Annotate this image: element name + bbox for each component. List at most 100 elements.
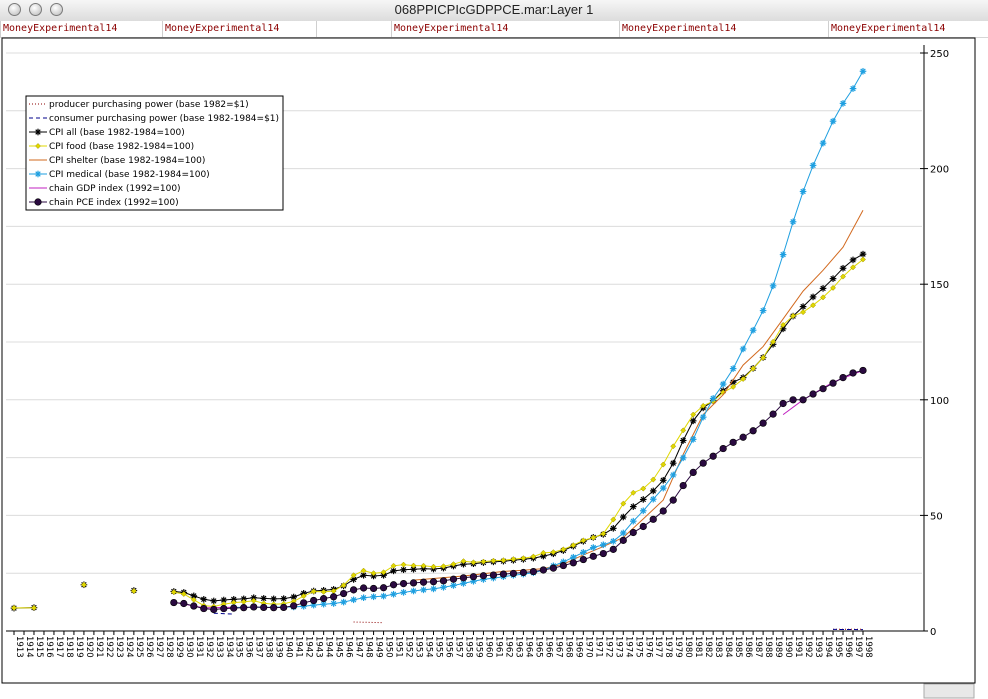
data-point — [669, 496, 677, 504]
x-tick-label: 1969 — [573, 636, 583, 658]
x-tick-label: 1981 — [693, 636, 703, 658]
data-point — [459, 574, 468, 582]
x-tick-label: 1989 — [773, 636, 783, 658]
x-tick-label: 1937 — [254, 636, 264, 658]
x-tick-label: 1920 — [84, 636, 94, 658]
data-point — [819, 139, 827, 147]
x-tick-label: 1985 — [733, 636, 743, 658]
x-tick-label: 1926 — [144, 636, 154, 658]
x-tick-label: 1970 — [583, 636, 593, 658]
x-tick-label: 1997 — [853, 636, 863, 658]
data-point — [270, 604, 278, 612]
data-point — [549, 564, 557, 572]
x-tick-label: 1927 — [154, 636, 164, 658]
data-point — [34, 198, 42, 206]
legend-entry: consumer purchasing power (base 1982-198… — [49, 114, 279, 124]
data-point — [779, 399, 787, 408]
x-tick-label: 1992 — [803, 636, 813, 658]
data-point — [579, 555, 587, 564]
y-tick-label: 200 — [930, 165, 949, 176]
data-point — [280, 603, 288, 612]
x-tick-label: 1965 — [533, 636, 543, 658]
data-point — [350, 586, 358, 594]
x-tick-label: 1960 — [483, 636, 493, 658]
x-tick-label: 1913 — [14, 636, 24, 658]
data-point — [739, 433, 747, 441]
legend-entry: CPI shelter (base 1982-1984=100) — [49, 156, 205, 166]
x-tick-label: 1952 — [404, 636, 414, 658]
layer-tab[interactable]: MoneyExperimental14 — [391, 21, 619, 37]
layer-tab[interactable]: MoneyExperimental14 — [619, 21, 828, 37]
data-point — [619, 536, 627, 544]
x-tick-label: 1962 — [503, 636, 513, 658]
legend-entry: CPI food (base 1982-1984=100) — [49, 142, 194, 152]
data-point — [589, 552, 597, 560]
x-tick-label: 1976 — [643, 636, 653, 658]
data-point — [509, 569, 518, 578]
data-point — [320, 595, 328, 603]
layer-tab[interactable]: MoneyExperimental14 — [0, 21, 162, 37]
data-point — [439, 577, 448, 585]
legend-entry: chain GDP index (1992=100) — [49, 184, 181, 194]
x-tick-label: 1983 — [713, 636, 723, 658]
x-tick-label: 1940 — [284, 636, 294, 658]
legend-entry: chain PCE index (1992=100) — [49, 198, 179, 208]
data-point — [759, 419, 767, 427]
x-tick-label: 1938 — [264, 636, 274, 658]
x-tick-label: 1967 — [553, 636, 563, 658]
legend-entry: producer purchasing power (base 1982=$1) — [49, 100, 249, 110]
x-tick-label: 1947 — [354, 636, 364, 658]
x-tick-label: 1949 — [374, 636, 384, 658]
layer-tab[interactable]: MoneyExperimental14 — [828, 21, 988, 37]
data-point — [829, 275, 837, 282]
data-point — [310, 596, 318, 605]
data-point — [340, 589, 348, 598]
data-point — [419, 578, 428, 586]
data-point — [859, 250, 867, 258]
x-tick-label: 1941 — [294, 636, 304, 658]
y-tick-label: 0 — [930, 627, 936, 638]
y-tick-label: 100 — [930, 396, 949, 407]
data-point — [290, 602, 298, 610]
data-point — [499, 570, 508, 578]
data-point — [180, 599, 188, 608]
x-tick-label: 1974 — [623, 636, 633, 658]
x-tick-label: 1922 — [104, 636, 114, 658]
data-point — [819, 385, 827, 393]
x-tick-label: 1988 — [763, 636, 773, 658]
data-point — [719, 444, 727, 453]
x-tick-label: 1944 — [324, 636, 334, 658]
layer-tab[interactable]: MoneyExperimental14 — [162, 21, 316, 37]
x-tick-label: 1919 — [74, 636, 84, 658]
x-tick-label: 1933 — [214, 636, 224, 658]
data-point — [659, 476, 667, 484]
window-title: 068PPICPIcGDPPCE.mar:Layer 1 — [394, 2, 594, 17]
layer-tab-blank[interactable] — [316, 21, 391, 37]
data-point — [529, 567, 537, 576]
data-point — [609, 525, 617, 532]
x-tick-label: 1936 — [244, 636, 254, 658]
data-point — [709, 452, 717, 460]
x-tick-label: 1993 — [813, 636, 823, 658]
x-tick-label: 1928 — [164, 636, 174, 658]
data-point — [779, 251, 787, 258]
data-point — [719, 380, 727, 388]
resize-grip[interactable] — [923, 683, 975, 699]
data-point — [449, 575, 458, 583]
x-tick-label: 1973 — [613, 636, 623, 658]
x-tick-label: 1991 — [793, 636, 803, 658]
x-tick-label: 1945 — [334, 636, 344, 658]
x-tick-label: 1914 — [24, 636, 34, 658]
x-tick-label: 1930 — [184, 636, 194, 658]
x-tick-label: 1935 — [234, 636, 244, 658]
x-tick-label: 1963 — [513, 636, 523, 658]
data-point — [210, 605, 218, 614]
x-tick-label: 1946 — [344, 636, 354, 658]
x-tick-label: 1975 — [633, 636, 643, 658]
x-tick-label: 1958 — [463, 636, 473, 658]
data-point — [849, 85, 857, 92]
data-point — [599, 549, 607, 558]
x-tick-label: 1961 — [493, 636, 503, 658]
data-point — [789, 396, 797, 404]
x-tick-label: 1954 — [424, 636, 434, 658]
